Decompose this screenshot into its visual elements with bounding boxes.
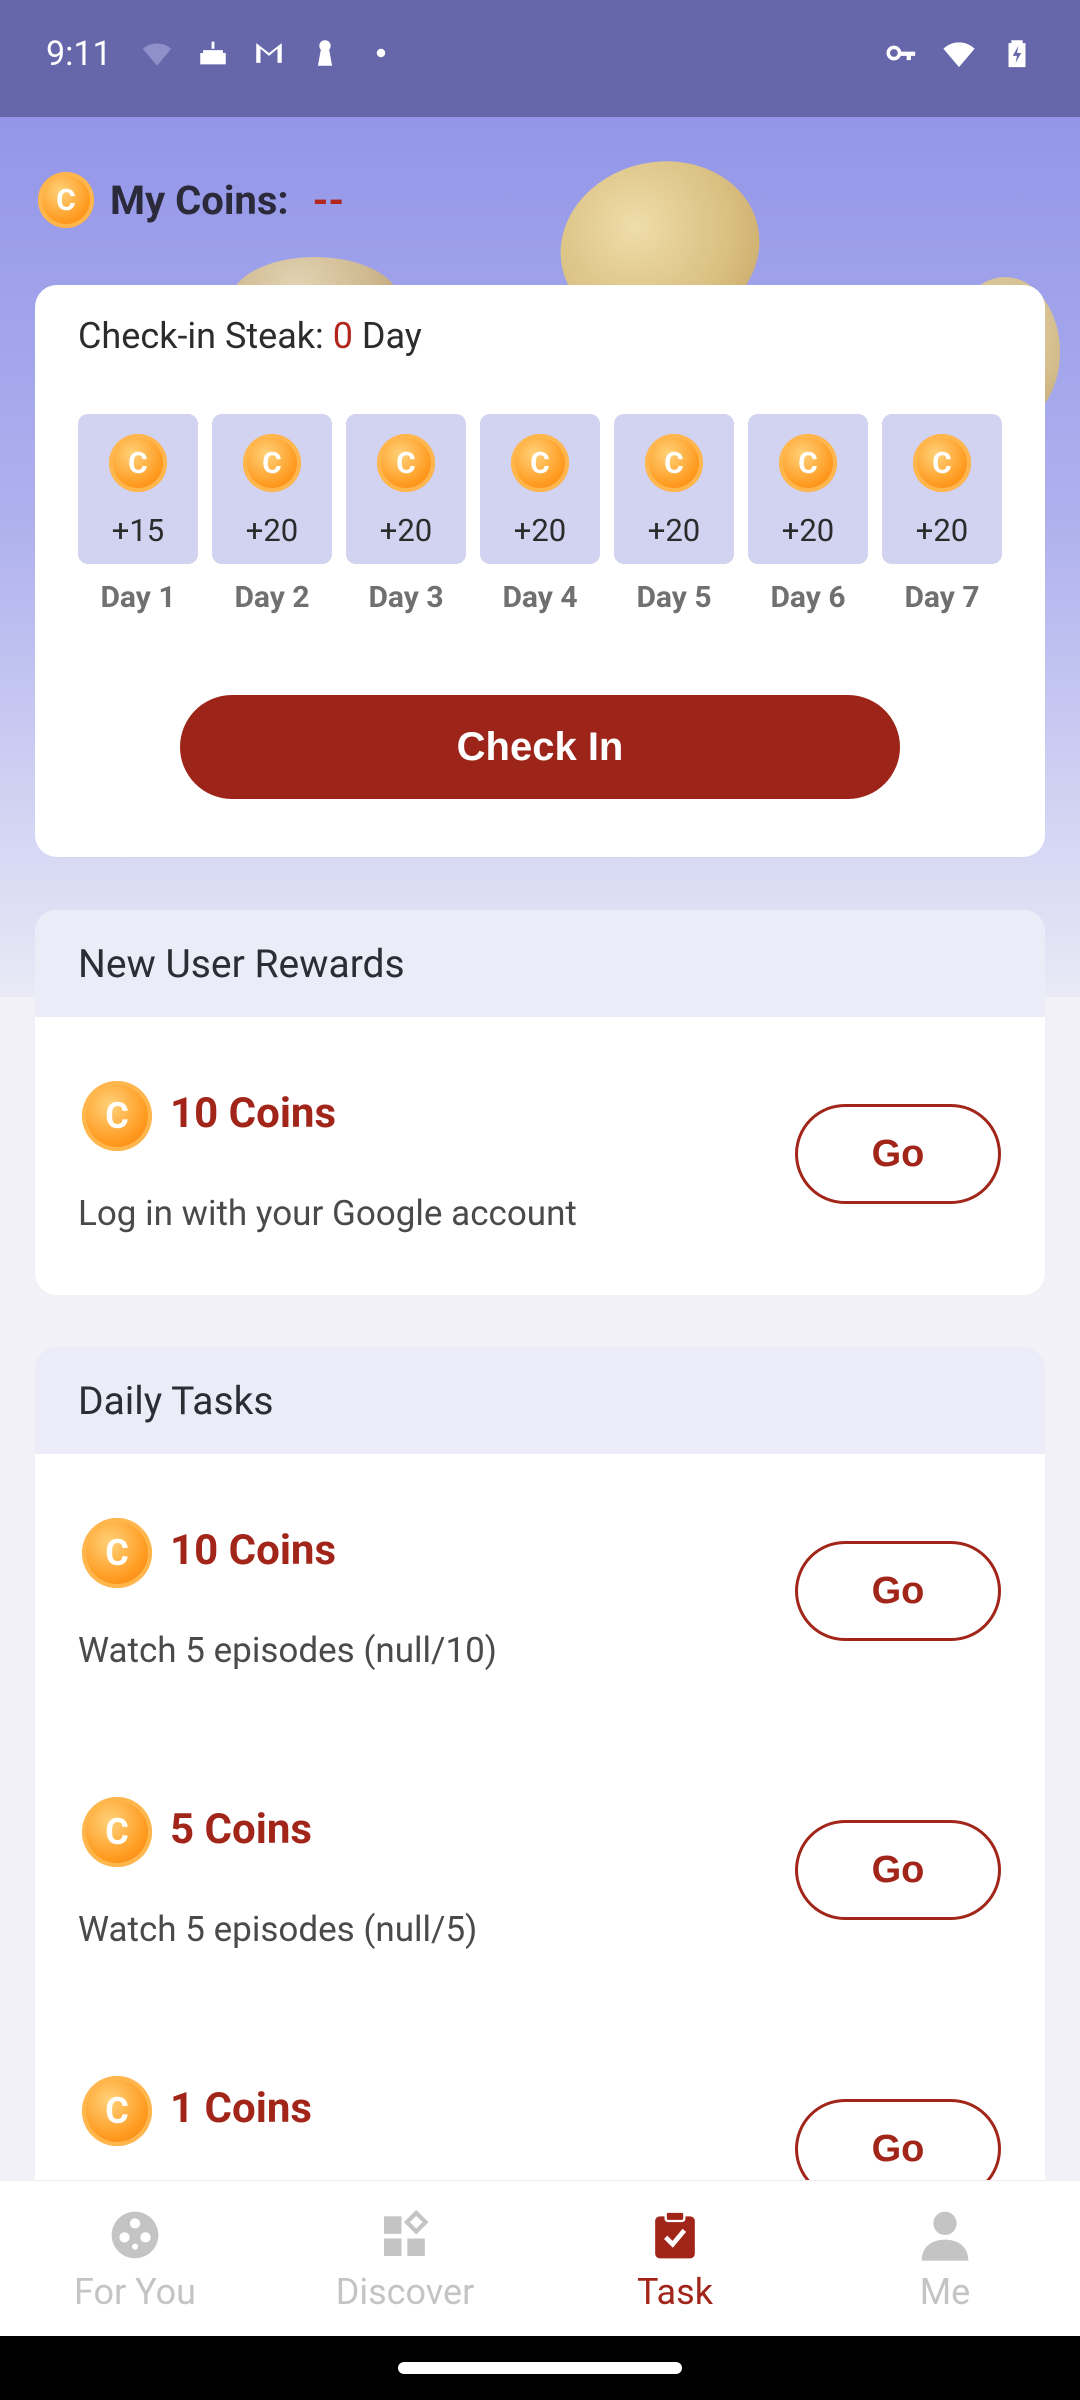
task-reward: 5 Coins bbox=[170, 1805, 312, 1854]
coin-icon: C bbox=[913, 434, 971, 492]
checkin-days: C +15 Day 1 C +20 Day 2 C +20 Day 3 C +20 Da… bbox=[78, 414, 1005, 624]
coin-icon: C bbox=[645, 434, 703, 492]
coin-icon: C bbox=[109, 434, 167, 492]
nav-item-for-you[interactable]: For You bbox=[0, 2207, 270, 2313]
nav-item-task[interactable]: Task bbox=[540, 2207, 810, 2313]
day-tile: C +20 bbox=[882, 414, 1002, 564]
gesture-navigation-bar bbox=[0, 2336, 1080, 2400]
checkin-day-1: C +15 Day 1 bbox=[78, 414, 198, 615]
checkin-day-6: C +20 Day 6 bbox=[748, 414, 868, 615]
film-reel-icon bbox=[111, 2211, 159, 2259]
task-row: C 10 Coins Watch 5 episodes (null/10) Go bbox=[35, 1454, 1045, 1733]
coin-icon: C bbox=[82, 2076, 152, 2146]
day-reward: +20 bbox=[647, 512, 701, 549]
wifi-icon bbox=[943, 42, 975, 68]
day-label: Day 3 bbox=[368, 580, 444, 615]
day-tile: C +20 bbox=[614, 414, 734, 564]
coin-icon: C bbox=[82, 1081, 152, 1151]
coin-icon: C bbox=[82, 1797, 152, 1867]
coin-icon: C bbox=[377, 434, 435, 492]
my-coins-label: My Coins: bbox=[110, 176, 289, 224]
gmail-icon bbox=[256, 43, 282, 63]
check-in-button[interactable]: Check In bbox=[180, 695, 900, 799]
day-reward: +20 bbox=[513, 512, 567, 549]
new-user-rewards-card: New User Rewards C 10 Coins Log in with … bbox=[35, 910, 1045, 1295]
status-time: 9:11 bbox=[46, 34, 112, 74]
grid-icon bbox=[384, 2209, 429, 2256]
section-title: New User Rewards bbox=[35, 910, 1045, 1017]
task-description: Watch 5 episodes (null/5) bbox=[78, 1909, 478, 1950]
cake-icon bbox=[200, 41, 226, 65]
home-gesture-handle[interactable] bbox=[398, 2362, 682, 2374]
my-coins-value: -- bbox=[312, 176, 345, 224]
checkin-card: Check-in Steak: 0 Day C +15 Day 1 C +20 Da… bbox=[35, 285, 1045, 857]
coin-icon: C bbox=[38, 172, 94, 228]
task-reward: 10 Coins bbox=[170, 1089, 337, 1138]
person-icon bbox=[921, 2211, 969, 2261]
nav-item-me[interactable]: Me bbox=[810, 2207, 1080, 2313]
task-row: C 5 Coins Watch 5 episodes (null/5) Go bbox=[35, 1733, 1045, 2012]
day-label: Day 1 bbox=[100, 580, 176, 615]
dot-icon bbox=[376, 48, 386, 58]
day-tile: C +20 bbox=[748, 414, 868, 564]
section-title: Daily Tasks bbox=[35, 1347, 1045, 1454]
day-reward: +20 bbox=[245, 512, 299, 549]
battery-charging-icon bbox=[1008, 40, 1026, 68]
coin-icon: C bbox=[779, 434, 837, 492]
day-reward: +20 bbox=[379, 512, 433, 549]
day-tile: C +20 bbox=[212, 414, 332, 564]
day-tile: C +20 bbox=[346, 414, 466, 564]
day-label: Day 6 bbox=[770, 580, 846, 615]
checkin-day-5: C +20 Day 5 bbox=[614, 414, 734, 615]
keyhole-icon bbox=[317, 40, 333, 66]
day-label: Day 2 bbox=[234, 580, 310, 615]
streak-count: 0 bbox=[332, 315, 353, 357]
checkin-streak: Check-in Steak: 0 Day bbox=[78, 315, 422, 357]
coin-icon: C bbox=[511, 434, 569, 492]
coin-icon: C bbox=[243, 434, 301, 492]
status-bar: 9:11 bbox=[0, 0, 1080, 117]
nav-label: Me bbox=[919, 2271, 971, 2313]
clipboard-check-icon bbox=[655, 2210, 695, 2259]
task-description: Watch 5 episodes (null/10) bbox=[78, 1630, 497, 1671]
notification-icons bbox=[140, 36, 398, 70]
my-coins-header: C My Coins: -- bbox=[38, 170, 344, 230]
checkin-day-4: C +20 Day 4 bbox=[480, 414, 600, 615]
day-reward: +20 bbox=[915, 512, 969, 549]
wifi-question-icon bbox=[142, 43, 172, 66]
streak-label: Check-in Steak: bbox=[78, 315, 324, 357]
go-button[interactable]: Go bbox=[795, 1104, 1001, 1204]
task-reward: 10 Coins bbox=[170, 1526, 337, 1575]
day-reward: +20 bbox=[781, 512, 835, 549]
nav-item-discover[interactable]: Discover bbox=[270, 2207, 540, 2313]
day-label: Day 5 bbox=[636, 580, 712, 615]
day-tile: C +20 bbox=[480, 414, 600, 564]
task-description: Log in with your Google account bbox=[78, 1193, 577, 1234]
go-button[interactable]: Go bbox=[795, 1820, 1001, 1920]
nav-label: For You bbox=[73, 2271, 197, 2313]
coin-icon: C bbox=[82, 1518, 152, 1588]
checkin-day-3: C +20 Day 3 bbox=[346, 414, 466, 615]
go-button[interactable]: Go bbox=[795, 1541, 1001, 1641]
vpn-key-icon bbox=[886, 45, 916, 61]
day-reward: +15 bbox=[111, 512, 165, 549]
system-icons bbox=[884, 36, 1034, 70]
task-row: C 10 Coins Log in with your Google accou… bbox=[35, 1017, 1045, 1295]
day-label: Day 7 bbox=[904, 580, 980, 615]
nav-label: Task bbox=[637, 2271, 713, 2313]
task-reward: 1 Coins bbox=[170, 2084, 312, 2133]
bottom-navigation: For You Discover Task Me bbox=[0, 2180, 1080, 2337]
checkin-day-7: C +20 Day 7 bbox=[882, 414, 1002, 615]
streak-unit: Day bbox=[361, 315, 422, 357]
day-label: Day 4 bbox=[502, 580, 578, 615]
day-tile: C +15 bbox=[78, 414, 198, 564]
checkin-day-2: C +20 Day 2 bbox=[212, 414, 332, 615]
nav-label: Discover bbox=[335, 2271, 475, 2313]
